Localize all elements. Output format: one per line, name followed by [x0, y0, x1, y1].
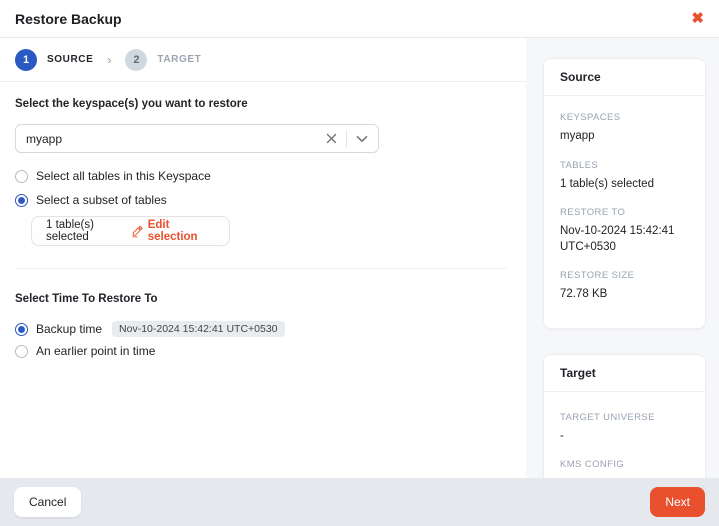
keyspace-select-value: myapp: [26, 132, 326, 146]
field-keyspaces-value: myapp: [560, 129, 689, 145]
radio-backup-time-label: Backup time: [36, 322, 102, 336]
chevron-right-icon: ›: [107, 53, 111, 67]
step-2-label: TARGET: [157, 54, 201, 65]
field-restore-size: RESTORE SIZE 72.78 KB: [560, 270, 689, 303]
source-card-title: Source: [544, 59, 705, 96]
radio-subset-tables-label: Select a subset of tables: [36, 193, 167, 207]
step-source[interactable]: 1 SOURCE: [15, 49, 93, 71]
select-separator: [346, 130, 347, 148]
modal-header: Restore Backup ✖: [0, 0, 719, 38]
pencil-icon: [131, 225, 143, 238]
step-target[interactable]: 2 TARGET: [125, 49, 201, 71]
step-1-label: SOURCE: [47, 54, 93, 65]
page-title: Restore Backup: [15, 11, 122, 27]
field-target-universe-label: TARGET UNIVERSE: [560, 412, 689, 423]
backup-time-badge: Nov-10-2024 15:42:41 UTC+0530: [112, 321, 284, 337]
field-kms-config-label: KMS CONFIG: [560, 459, 689, 470]
radio-earlier-point[interactable]: An earlier point in time: [15, 344, 511, 358]
radio-subset-tables[interactable]: Select a subset of tables: [15, 193, 511, 207]
field-restore-size-value: 72.78 KB: [560, 287, 689, 303]
field-keyspaces: KEYSPACES myapp: [560, 112, 689, 145]
field-tables-label: TABLES: [560, 160, 689, 171]
radio-all-tables-circle[interactable]: [15, 170, 28, 183]
cancel-button[interactable]: Cancel: [14, 487, 81, 517]
target-card-body: TARGET UNIVERSE - KMS CONFIG -: [544, 392, 705, 478]
edit-selection-link[interactable]: Edit selection: [131, 219, 215, 243]
field-tables: TABLES 1 table(s) selected: [560, 160, 689, 193]
modal-body: 1 SOURCE › 2 TARGET Select the keyspace(…: [0, 38, 719, 478]
stepper: 1 SOURCE › 2 TARGET: [0, 38, 526, 82]
radio-subset-tables-circle[interactable]: [15, 194, 28, 207]
chevron-down-icon[interactable]: [356, 135, 368, 143]
modal-footer: Cancel Next: [0, 478, 719, 526]
keyspace-select[interactable]: myapp: [15, 124, 379, 153]
target-summary-card: Target TARGET UNIVERSE - KMS CONFIG -: [543, 354, 706, 478]
field-kms-config: KMS CONFIG -: [560, 459, 689, 478]
target-card-title: Target: [544, 355, 705, 392]
clear-selection-icon[interactable]: [326, 133, 337, 144]
field-restore-to-label: RESTORE TO: [560, 207, 689, 218]
field-target-universe: TARGET UNIVERSE -: [560, 412, 689, 445]
next-button[interactable]: Next: [650, 487, 705, 517]
source-card-body: KEYSPACES myapp TABLES 1 table(s) select…: [544, 96, 705, 328]
edit-selection-label: Edit selection: [148, 219, 215, 243]
tables-selected-count: 1 table(s) selected: [46, 219, 131, 243]
restore-backup-modal: Restore Backup ✖ 1 SOURCE › 2 TARGET Sel…: [0, 0, 719, 526]
radio-earlier-point-circle[interactable]: [15, 345, 28, 358]
field-tables-value: 1 table(s) selected: [560, 177, 689, 193]
radio-backup-time-circle[interactable]: [15, 323, 28, 336]
field-keyspaces-label: KEYSPACES: [560, 112, 689, 123]
keyspace-section-label: Select the keyspace(s) you want to resto…: [15, 98, 511, 110]
close-icon[interactable]: ✖: [691, 11, 704, 26]
summary-sidebar: Source KEYSPACES myapp TABLES 1 table(s)…: [526, 38, 719, 478]
field-restore-to: RESTORE TO Nov-10-2024 15:42:41 UTC+0530: [560, 207, 689, 255]
step-1-circle: 1: [15, 49, 37, 71]
tables-selected-box: 1 table(s) selected Edit selection: [31, 216, 230, 246]
left-pane: 1 SOURCE › 2 TARGET Select the keyspace(…: [0, 38, 526, 478]
radio-all-tables[interactable]: Select all tables in this Keyspace: [15, 169, 511, 183]
radio-all-tables-label: Select all tables in this Keyspace: [36, 169, 211, 183]
step-2-circle: 2: [125, 49, 147, 71]
radio-backup-time[interactable]: Backup time Nov-10-2024 15:42:41 UTC+053…: [15, 321, 511, 337]
time-section-label: Select Time To Restore To: [15, 293, 511, 305]
radio-earlier-point-label: An earlier point in time: [36, 344, 155, 358]
field-target-universe-value: -: [560, 429, 689, 445]
field-restore-size-label: RESTORE SIZE: [560, 270, 689, 281]
section-divider: [15, 268, 507, 269]
field-restore-to-value: Nov-10-2024 15:42:41 UTC+0530: [560, 224, 690, 255]
source-summary-card: Source KEYSPACES myapp TABLES 1 table(s)…: [543, 58, 706, 329]
form-content: Select the keyspace(s) you want to resto…: [0, 82, 526, 478]
